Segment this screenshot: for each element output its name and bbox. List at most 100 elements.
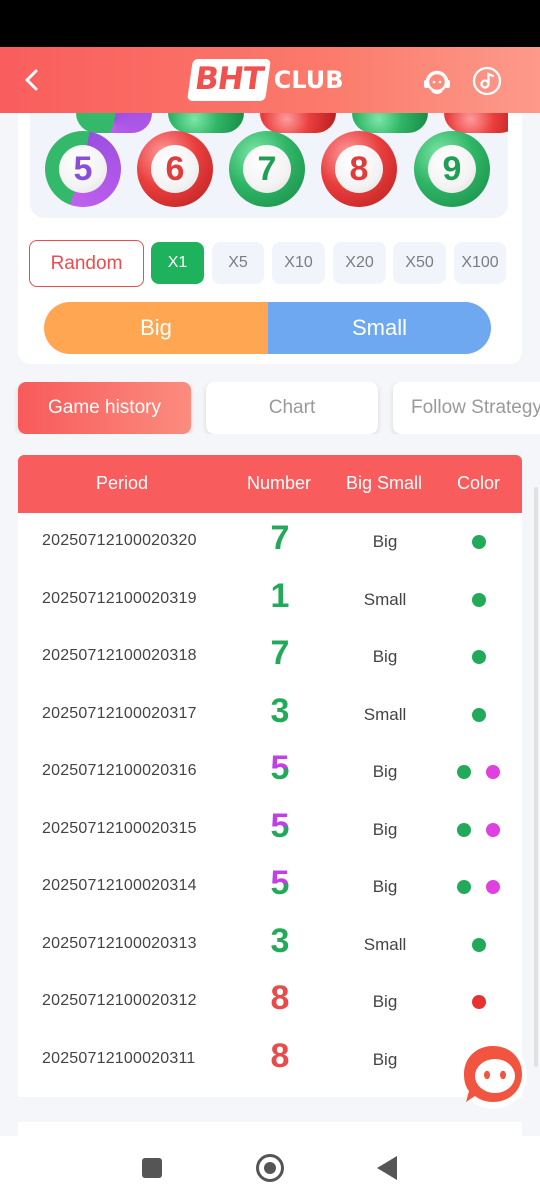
scrollbar[interactable] (534, 487, 538, 1067)
recent-apps-button[interactable] (142, 1158, 162, 1178)
music-toggle-button[interactable] (471, 65, 503, 97)
header-period: Period (96, 473, 149, 493)
music-icon (472, 66, 502, 96)
period-cell: 20250712100020314 (42, 877, 197, 894)
big-small-cell: Small (363, 934, 407, 954)
ball-number: 7 (243, 145, 291, 193)
back-button[interactable] (16, 63, 48, 97)
color-dot-green (472, 650, 486, 664)
header-color: Color (457, 473, 501, 493)
number-ball-8[interactable]: 8 (321, 131, 397, 207)
color-dot-green (472, 937, 486, 952)
tab-follow-strategy[interactable]: Follow Strategy (393, 382, 540, 434)
color-dot-violet (486, 765, 500, 779)
number-ball-partial[interactable] (168, 113, 244, 133)
home-button[interactable] (256, 1154, 284, 1182)
table-row: 20250712100020313 3 Small (18, 916, 522, 974)
big-small-selector: Big Small (44, 302, 491, 354)
table-row: 20250712100020317 3 Small (18, 686, 522, 744)
system-back-button[interactable] (377, 1156, 397, 1180)
big-small-cell: Big (372, 1049, 398, 1069)
multiplier-x5-button[interactable]: X5 (212, 242, 264, 284)
color-dot-violet (486, 880, 500, 894)
big-small-cell: Big (372, 647, 398, 666)
multiplier-x100-button[interactable]: X100 (454, 242, 506, 284)
color-dot-green (472, 707, 486, 722)
chat-bubble-icon (459, 1041, 527, 1109)
number-ball-7[interactable]: 7 (229, 131, 305, 207)
period-cell: 20250712100020312 (42, 992, 197, 1009)
number-ball-partial[interactable] (260, 113, 336, 133)
number-ball-partial[interactable] (444, 113, 508, 133)
history-tabs: Game history Chart Follow Strategy (0, 382, 540, 434)
color-dot-green (457, 822, 471, 837)
big-small-cell: Big (372, 819, 398, 839)
period-cell: 20250712100020313 (42, 934, 197, 952)
tab-chart[interactable]: Chart (206, 382, 378, 434)
number-cell: 7 (270, 634, 290, 672)
big-small-cell: Small (363, 589, 407, 609)
color-dot-green (457, 765, 471, 779)
table-row: 20250712100020312 8 Big (18, 973, 522, 1031)
small-button[interactable]: Small (268, 302, 491, 354)
big-small-cell: Big (372, 762, 398, 781)
period-cell: 20250712100020315 (42, 819, 197, 837)
chevron-left-icon (25, 69, 38, 91)
pagination-card-top (18, 1122, 522, 1136)
table-row: 20250712100020314 5 Big (18, 858, 522, 916)
number-cell: 5 (246, 749, 314, 788)
big-small-cell: Small (363, 704, 407, 724)
number-cell: 8 (270, 1036, 290, 1075)
number-cell: 7 (270, 519, 290, 557)
number-ball-5[interactable]: 5 (45, 131, 121, 207)
number-cell: 5 (246, 807, 314, 846)
table-row: 20250712100020311 8 Big (18, 1031, 522, 1089)
number-cell: 1 (270, 576, 290, 615)
multiplier-x50-button[interactable]: X50 (393, 242, 446, 284)
app-logo: BHT CLUB (187, 59, 344, 101)
table-header: Period Number Big Small Color (18, 455, 522, 513)
period-cell: 20250712100020311 (42, 1049, 196, 1067)
multiplier-row: Random X1 X5 X10 X20 X50 X100 (0, 240, 540, 287)
random-button[interactable]: Random (29, 240, 144, 287)
color-dot-violet (486, 822, 500, 837)
app-header: BHT CLUB (0, 47, 540, 113)
multiplier-x1-button[interactable]: X1 (151, 242, 204, 284)
table-row: 20250712100020315 5 Big (18, 801, 522, 859)
header-big-small: Big Small (346, 473, 423, 493)
big-small-cell: Big (372, 877, 398, 896)
table-row: 20250712100020318 7 Big (18, 628, 522, 686)
table-row: 20250712100020320 7 Big (18, 513, 522, 571)
tab-game-history[interactable]: Game history (18, 382, 191, 434)
color-dot-green (457, 880, 471, 894)
period-cell: 20250712100020320 (42, 532, 197, 549)
period-cell: 20250712100020316 (42, 762, 197, 779)
color-dot-green (472, 535, 486, 549)
period-cell: 20250712100020317 (42, 704, 197, 722)
number-ball-partial[interactable] (76, 113, 152, 133)
game-history-table: Period Number Big Small Color 2025071210… (18, 455, 522, 1097)
period-cell: 20250712100020318 (42, 647, 197, 664)
number-ball-partial[interactable] (352, 113, 428, 133)
color-dot-red (472, 995, 486, 1009)
headset-icon (424, 70, 450, 94)
multiplier-x20-button[interactable]: X20 (333, 242, 386, 284)
customer-support-button[interactable] (421, 65, 453, 97)
number-ball-9[interactable]: 9 (414, 131, 490, 207)
ball-number: 5 (59, 145, 107, 193)
number-cell: 3 (270, 691, 290, 730)
logo-text: CLUB (273, 66, 344, 94)
big-button[interactable]: Big (44, 302, 268, 354)
logo-box: BHT (187, 59, 271, 101)
number-cell: 8 (270, 979, 290, 1017)
ball-number: 8 (335, 145, 383, 193)
floating-chat-button[interactable] (458, 1040, 528, 1110)
big-small-cell: Big (372, 532, 398, 551)
multiplier-x10-button[interactable]: X10 (272, 242, 325, 284)
number-cell: 5 (246, 864, 314, 903)
ball-number: 9 (428, 145, 476, 193)
table-row: 20250712100020316 5 Big (18, 743, 522, 801)
number-balls-panel: 5 6 7 8 9 (30, 113, 508, 218)
number-cell: 3 (270, 921, 290, 960)
number-ball-6[interactable]: 6 (137, 131, 213, 207)
